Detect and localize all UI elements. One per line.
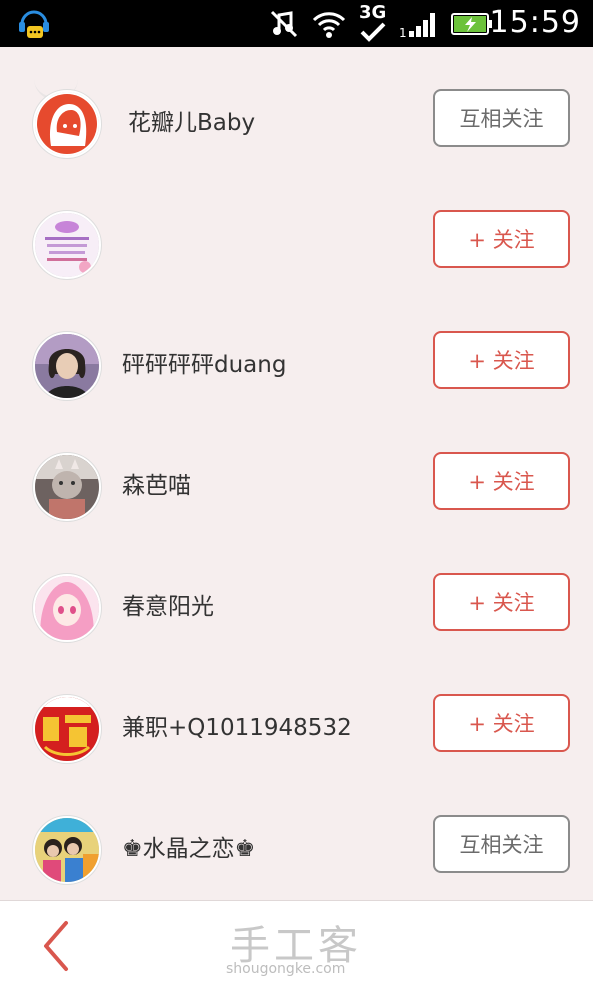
follow-button[interactable]: + 关注 <box>433 694 570 752</box>
follow-button[interactable]: + 关注 <box>433 210 570 268</box>
mutual-follow-button[interactable]: 互相关注 <box>433 815 570 873</box>
svg-text:1: 1 <box>399 26 407 39</box>
status-bar: 3G 1 15:59 <box>0 0 593 47</box>
username[interactable]: ♚水晶之恋♚ <box>122 829 255 863</box>
user-list[interactable]: 花瓣儿Baby 互相关注 + 关注 砰砰砰砰duang + 关注 森芭喵 + 关… <box>0 47 593 900</box>
username[interactable]: 砰砰砰砰duang <box>122 345 286 379</box>
avatar[interactable] <box>33 816 101 884</box>
list-item[interactable]: 花瓣儿Baby 互相关注 <box>0 59 593 180</box>
logo-url: shougongke.com <box>226 961 346 977</box>
username[interactable]: 森芭喵 <box>122 466 191 500</box>
mutual-follow-button[interactable]: 互相关注 <box>433 89 570 147</box>
avatar[interactable] <box>33 90 101 158</box>
list-item[interactable]: + 关注 <box>0 180 593 301</box>
avatar[interactable] <box>33 695 101 763</box>
wifi-icon <box>312 12 346 38</box>
battery-charging-icon <box>451 13 492 35</box>
follow-button[interactable]: + 关注 <box>433 331 570 389</box>
list-item[interactable]: 砰砰砰砰duang + 关注 <box>0 301 593 422</box>
clock: 15:59 <box>489 5 581 40</box>
avatar[interactable] <box>33 574 101 642</box>
username[interactable]: 春意阳光 <box>122 587 214 621</box>
list-item[interactable]: 春意阳光 + 关注 <box>0 543 593 664</box>
username[interactable]: 兼职+Q1011948532 <box>122 708 352 742</box>
chevron-left-icon[interactable] <box>32 919 82 973</box>
app-notify-icon <box>16 6 52 42</box>
follow-button[interactable]: + 关注 <box>433 452 570 510</box>
music-muted-icon <box>270 10 298 38</box>
list-item[interactable]: 兼职+Q1011948532 + 关注 <box>0 664 593 785</box>
list-item[interactable]: ♚水晶之恋♚ 互相关注 <box>0 785 593 900</box>
signal-icon: 1 <box>399 13 435 39</box>
bottom-bar: 手工客 shougongke.com <box>0 900 593 989</box>
avatar[interactable] <box>33 211 101 279</box>
avatar[interactable] <box>33 453 101 521</box>
username[interactable]: 花瓣儿Baby <box>128 103 255 137</box>
list-item[interactable]: 森芭喵 + 关注 <box>0 422 593 543</box>
3g-icon: 3G <box>359 2 387 42</box>
avatar[interactable] <box>33 332 101 400</box>
status-icons: 3G 1 <box>269 2 493 42</box>
follow-button[interactable]: + 关注 <box>433 573 570 631</box>
